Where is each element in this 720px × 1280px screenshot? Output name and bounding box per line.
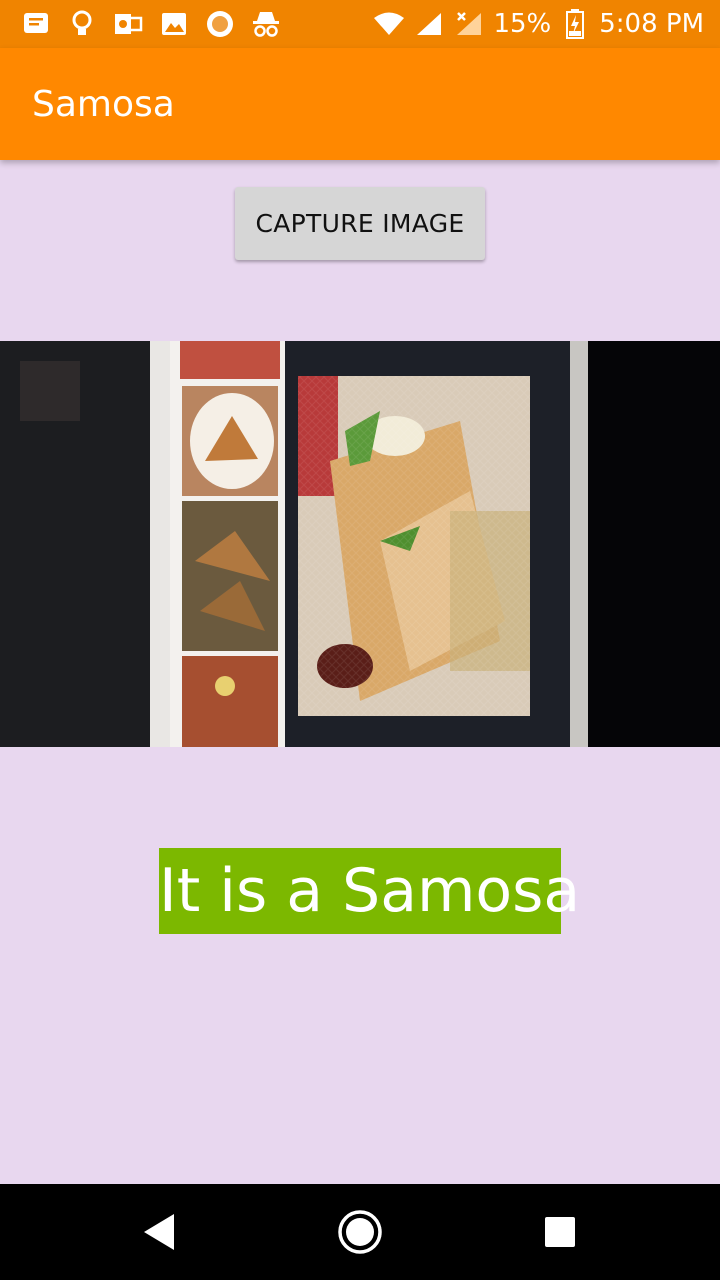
status-indicators: 15% 5:08 PM	[373, 6, 704, 42]
status-bar: 15% 5:08 PM	[0, 0, 720, 48]
back-icon[interactable]	[136, 1208, 184, 1256]
message-icon	[20, 8, 52, 40]
incognito-icon	[250, 8, 282, 40]
gallery-icon	[158, 8, 190, 40]
outlook-icon	[112, 8, 144, 40]
battery-charging-icon	[559, 8, 591, 40]
app-bar: Samosa	[0, 48, 720, 160]
signal-icon	[413, 8, 445, 40]
captured-image	[0, 341, 720, 747]
battery-percent: 15%	[493, 9, 552, 39]
capture-image-button[interactable]: CAPTURE IMAGE	[235, 187, 485, 260]
record-icon	[204, 8, 236, 40]
clock: 5:08 PM	[599, 9, 704, 39]
recents-icon[interactable]	[536, 1208, 584, 1256]
notification-icons	[20, 8, 282, 40]
app-title: Samosa	[32, 84, 175, 125]
lightbulb-icon	[66, 8, 98, 40]
navigation-bar	[0, 1184, 720, 1280]
wifi-icon	[373, 8, 405, 40]
signal-no-service-icon	[453, 8, 485, 40]
home-icon[interactable]	[336, 1208, 384, 1256]
result-label: It is a Samosa	[159, 848, 580, 934]
